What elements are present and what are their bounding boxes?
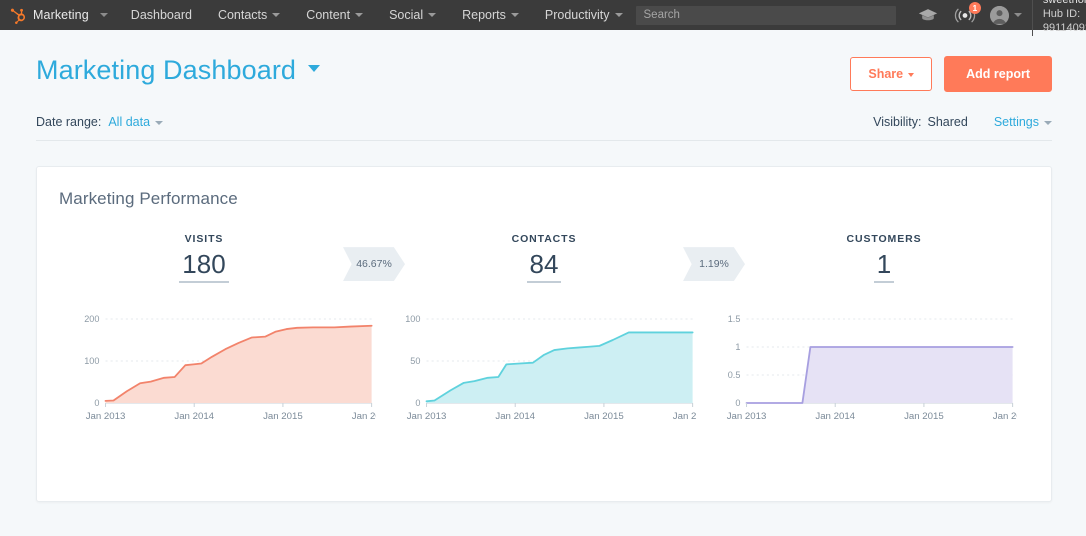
page-title-menu[interactable]: Marketing Dashboard [36, 56, 320, 86]
svg-text:Jan 2013: Jan 2013 [86, 411, 126, 422]
nav-item-reports[interactable]: Reports [449, 0, 532, 30]
kpi-label: VISITS [65, 233, 343, 245]
page-header: Marketing Dashboard Share Add report [0, 30, 1086, 92]
nav-item-dashboard[interactable]: Dashboard [118, 0, 205, 30]
kpi-label: CUSTOMERS [745, 233, 1023, 245]
nav-item-contacts[interactable]: Contacts [205, 0, 293, 30]
svg-text:100: 100 [84, 357, 99, 367]
share-button[interactable]: Share [850, 57, 932, 91]
kpi-value: 1 [874, 251, 894, 283]
chart-customers: 0 0.5 1 1.5 Jan 2013 Jan 2014 Jan 2015 Jan 2016 [704, 311, 1025, 429]
svg-text:200: 200 [84, 315, 99, 325]
kpi-label: CONTACTS [405, 233, 683, 245]
chevron-down-icon [428, 13, 436, 17]
filter-bar-right: Visibility: Shared Settings [873, 115, 1052, 129]
svg-text:0: 0 [415, 399, 420, 409]
share-button-label: Share [868, 67, 903, 81]
marketing-performance-card: Marketing Performance VISITS 180 46.67% … [36, 166, 1052, 502]
notification-count-badge: 1 [969, 2, 981, 14]
nav-item-label: Content [306, 8, 350, 22]
svg-text:0: 0 [736, 399, 741, 409]
filter-bar: Date range: All data Visibility: Shared S… [36, 115, 1052, 141]
chevron-down-icon [100, 13, 108, 17]
chevron-down-icon [1044, 121, 1052, 125]
add-report-button[interactable]: Add report [944, 56, 1052, 92]
svg-text:Jan 2013: Jan 2013 [727, 411, 767, 422]
account-menu[interactable] [984, 6, 1026, 25]
visibility-value: Shared [928, 115, 968, 129]
nav-item-label: Dashboard [131, 8, 192, 22]
chevron-down-icon [615, 13, 623, 17]
visits-area-chart: 0 100 200 Jan 2013 Jan 2014 Jan 2015 Jan 2016 [71, 311, 376, 429]
svg-text:Jan 2014: Jan 2014 [174, 411, 214, 422]
nav-item-label: Social [389, 8, 423, 22]
customers-area-chart: 0 0.5 1 1.5 Jan 2013 Jan 2014 Jan 2015 Jan 2016 [712, 311, 1017, 429]
report-title: Marketing Performance [57, 189, 1031, 209]
nav-item-productivity[interactable]: Productivity [532, 0, 636, 30]
chevron-down-icon [155, 121, 163, 125]
academy-button[interactable] [910, 0, 946, 30]
svg-text:Jan 2015: Jan 2015 [263, 411, 303, 422]
svg-text:Jan 2016: Jan 2016 [352, 411, 376, 422]
chevron-down-icon [511, 13, 519, 17]
svg-text:Jan 2013: Jan 2013 [406, 411, 446, 422]
svg-text:Jan 2015: Jan 2015 [904, 411, 944, 422]
svg-text:100: 100 [405, 315, 420, 325]
kpi-customers[interactable]: CUSTOMERS 1 [745, 233, 1023, 283]
svg-text:Jan 2014: Jan 2014 [816, 411, 856, 422]
kpi-value: 180 [179, 251, 228, 283]
date-range-value: All data [108, 115, 150, 129]
chevron-down-icon [355, 13, 363, 17]
nav-item-label: Reports [462, 8, 506, 22]
svg-text:0: 0 [94, 399, 99, 409]
graduation-cap-icon [918, 8, 938, 22]
navbar-right-group: 1 sweethomealab... Hub ID: 99114092 [636, 0, 1086, 30]
svg-text:Jan 2014: Jan 2014 [495, 411, 535, 422]
date-range-label: Date range: [36, 115, 101, 129]
date-range-selector[interactable]: All data [108, 115, 163, 129]
brand-label: Marketing [33, 8, 89, 22]
conversion-rate-contacts-to-customers: 1.19% [683, 247, 745, 281]
kpi-value: 84 [527, 251, 562, 283]
kpi-contacts[interactable]: CONTACTS 84 [405, 233, 683, 283]
svg-text:0.5: 0.5 [728, 371, 741, 381]
account-name: sweethomealab... [1043, 0, 1086, 8]
contacts-area-chart: 0 50 100 Jan 2013 Jan 2014 Jan 2015 Jan 2016 [392, 311, 697, 429]
user-avatar-icon [990, 6, 1009, 25]
svg-text:Jan 2016: Jan 2016 [672, 411, 696, 422]
notifications-button[interactable]: 1 [946, 0, 984, 30]
nav-item-label: Contacts [218, 8, 267, 22]
navbar-left-group: Marketing Dashboard Contacts Content Soc… [8, 0, 636, 30]
charts-row: 0100200Jan 2013Jan 2014Jan 2015Jan 2016 … [57, 311, 1031, 429]
visibility-group: Visibility: Shared [873, 115, 968, 129]
nav-item-label: Productivity [545, 8, 610, 22]
account-info[interactable]: sweethomealab... Hub ID: 99114092 [1032, 0, 1086, 36]
nav-item-social[interactable]: Social [376, 0, 449, 30]
chart-visits: 0 100 200 Jan 2013 Jan 2014 Jan 2015 Jan 2016 [63, 311, 384, 429]
header-actions: Share Add report [850, 56, 1052, 92]
chevron-down-icon [308, 65, 320, 72]
svg-text:Jan 2015: Jan 2015 [584, 411, 624, 422]
chevron-down-icon [908, 73, 914, 77]
funnel-kpi-row: VISITS 180 46.67% CONTACTS 84 1.19% CUST… [57, 233, 1031, 283]
settings-menu[interactable]: Settings [994, 115, 1052, 129]
settings-label: Settings [994, 115, 1039, 129]
chart-contacts: 0 50 100 Jan 2013 Jan 2014 Jan 2015 Jan 2016 [384, 311, 705, 429]
nav-item-content[interactable]: Content [293, 0, 376, 30]
visibility-label: Visibility: [873, 115, 921, 129]
chevron-down-icon [1014, 13, 1022, 17]
brand-menu-marketing[interactable]: Marketing [8, 0, 118, 30]
svg-text:50: 50 [410, 357, 420, 367]
chevron-down-icon [272, 13, 280, 17]
top-navbar: Marketing Dashboard Contacts Content Soc… [0, 0, 1086, 30]
svg-text:1.5: 1.5 [728, 315, 741, 325]
svg-text:1: 1 [736, 343, 741, 353]
conversion-rate-visits-to-contacts: 46.67% [343, 247, 405, 281]
svg-text:Jan 2016: Jan 2016 [993, 411, 1017, 422]
kpi-visits[interactable]: VISITS 180 [65, 233, 343, 283]
search-input[interactable] [636, 6, 896, 25]
page-title: Marketing Dashboard [36, 55, 296, 85]
hubspot-sprocket-icon [10, 7, 27, 24]
account-hub-id: Hub ID: 99114092 [1043, 8, 1086, 36]
